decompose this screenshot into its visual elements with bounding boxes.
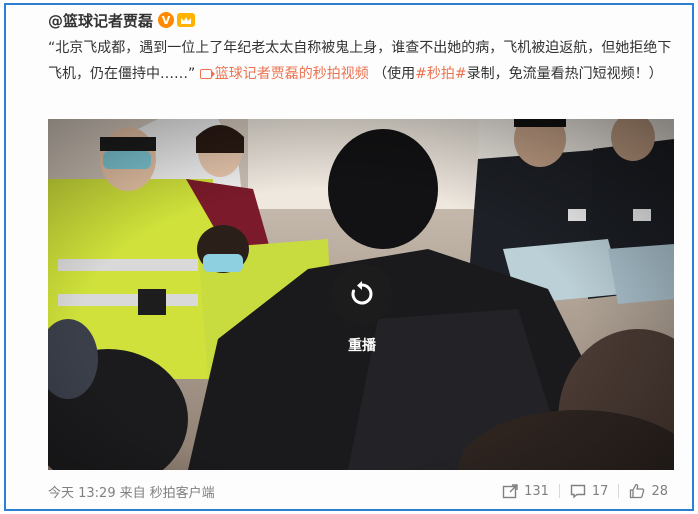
- post-actions: 131 17 28: [492, 483, 678, 499]
- post-text: “北京飞成都，遇到一位上了年纪老太太自称被鬼上身，谁查不出她的病，飞机被迫返航，…: [48, 35, 678, 87]
- repost-count: 131: [524, 483, 549, 499]
- replay-icon: [351, 281, 373, 305]
- repost-icon: [502, 484, 518, 499]
- comment-button[interactable]: 17: [560, 483, 619, 499]
- replay-label: 重播: [348, 338, 376, 354]
- post-paren-open: （使用: [373, 66, 416, 82]
- video-player[interactable]: 重播: [48, 119, 674, 470]
- video-link-label: 篮球记者贾磊的秒拍视频: [214, 66, 369, 82]
- like-count: 28: [651, 483, 668, 499]
- video-link[interactable]: 篮球记者贾磊的秒拍视频: [199, 66, 369, 82]
- like-icon: [630, 483, 645, 499]
- repost-button[interactable]: 131: [492, 483, 559, 499]
- author-name[interactable]: @篮球记者贾磊: [48, 10, 153, 31]
- like-button[interactable]: 28: [619, 483, 678, 499]
- crown-badge-icon: [177, 13, 196, 27]
- comment-count: 17: [591, 483, 609, 499]
- comment-icon: [570, 484, 586, 499]
- post-paren-close: 录制，免流量看热门短视频！）: [466, 66, 663, 82]
- post-time[interactable]: 今天 13:29: [48, 482, 116, 501]
- verified-v-icon: V: [158, 12, 175, 28]
- replay-button[interactable]: [332, 264, 392, 324]
- post-footer: 今天 13:29 来自 秒拍客户端 131 17 28: [48, 480, 678, 502]
- video-link-icon: [199, 69, 215, 79]
- post-meta: 今天 13:29 来自 秒拍客户端: [48, 482, 215, 501]
- hashtag-link[interactable]: #秒拍#: [415, 66, 466, 82]
- author-row: @篮球记者贾磊 V: [48, 9, 196, 31]
- from-prefix: 来自: [119, 485, 146, 501]
- post-source[interactable]: 秒拍客户端: [150, 482, 215, 501]
